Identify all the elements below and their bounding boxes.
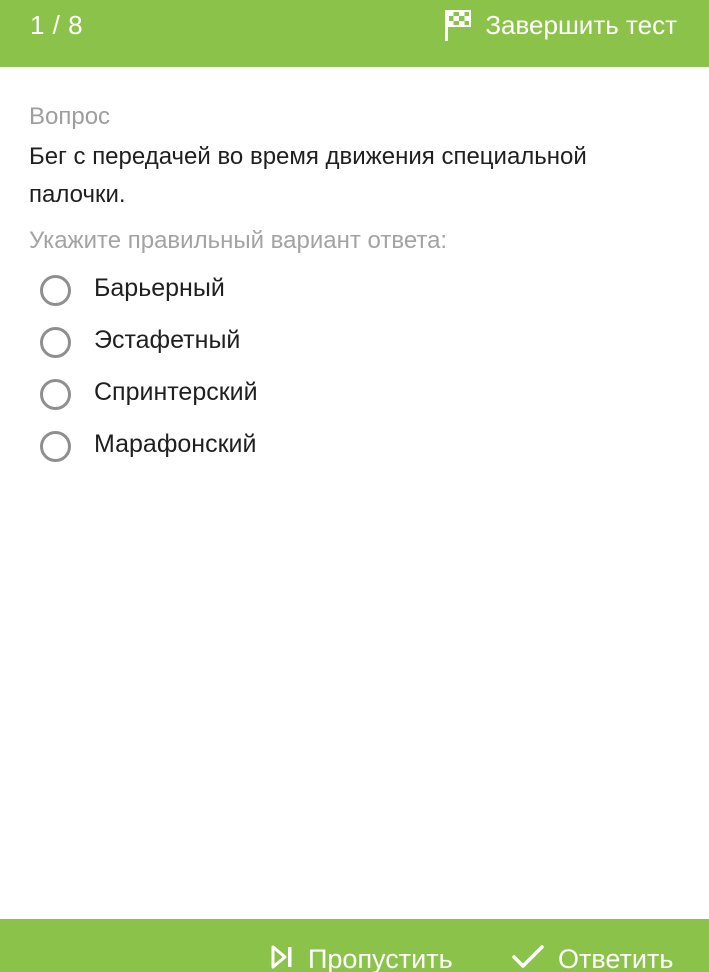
answer-option-label: Барьерный bbox=[94, 274, 225, 302]
answer-option[interactable]: Эстафетный bbox=[29, 314, 679, 366]
finish-test-label: Завершить тест bbox=[485, 10, 677, 40]
answer-option[interactable]: Марафонский bbox=[29, 418, 679, 470]
answer-option[interactable]: Спринтерский bbox=[29, 366, 679, 418]
skip-button[interactable]: Пропустить bbox=[270, 943, 453, 972]
bottom-action-bar: Пропустить Ответить bbox=[0, 919, 709, 972]
answer-instruction: Укажите правильный вариант ответа: bbox=[29, 227, 448, 254]
answer-button[interactable]: Ответить bbox=[512, 943, 673, 972]
answer-options: Барьерный Эстафетный Спринтерский Марафо… bbox=[29, 262, 679, 470]
checkered-flag-icon bbox=[443, 9, 473, 41]
checkmark-icon bbox=[512, 944, 544, 972]
skip-label: Пропустить bbox=[308, 944, 453, 972]
question-text: Бег с передачей во время движения специа… bbox=[29, 143, 587, 208]
radio-button[interactable] bbox=[40, 274, 71, 306]
question-counter: 1 / 8 bbox=[30, 10, 84, 40]
question-panel: Вопрос Бег с передачей во время движения… bbox=[29, 102, 679, 470]
finish-test-button[interactable]: Завершить тест bbox=[443, 8, 677, 42]
answer-label: Ответить bbox=[558, 944, 674, 972]
radio-button[interactable] bbox=[40, 378, 71, 410]
answer-option-label: Спринтерский bbox=[94, 378, 258, 406]
answer-option-label: Марафонский bbox=[94, 430, 257, 458]
radio-button[interactable] bbox=[40, 326, 71, 358]
answer-option-label: Эстафетный bbox=[94, 326, 241, 354]
radio-button[interactable] bbox=[40, 430, 71, 462]
top-bar: 1 / 8 Завершить тест bbox=[0, 0, 709, 67]
skip-next-icon bbox=[270, 944, 294, 972]
answer-option[interactable]: Барьерный bbox=[29, 262, 679, 314]
question-caption: Вопрос bbox=[29, 103, 111, 130]
